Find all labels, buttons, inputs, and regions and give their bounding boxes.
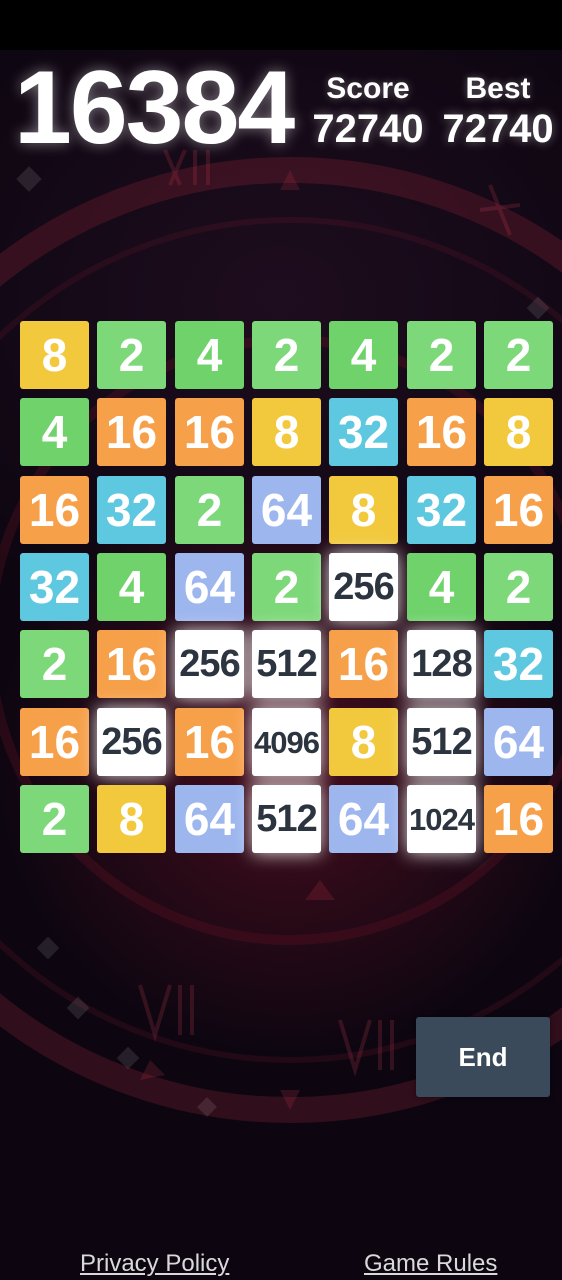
board-tile: 512 [407, 708, 476, 776]
board-tile: 16 [97, 630, 166, 698]
board-tile: 64 [252, 476, 321, 544]
score-label: Score [326, 72, 410, 105]
game-screen: 16384 Score 72740 Best 72740 8 2 4 2 4 2 2 4 16 1… [0, 0, 562, 1280]
board-tile: 16 [407, 398, 476, 466]
board-tile: 64 [329, 785, 398, 853]
board-tile: 8 [484, 398, 553, 466]
board-tile: 256 [97, 708, 166, 776]
board-tile: 2 [484, 321, 553, 389]
board-tile: 4 [97, 553, 166, 621]
board-tile: 4 [407, 553, 476, 621]
board-tile: 512 [252, 630, 321, 698]
board-tile: 4 [329, 321, 398, 389]
board-tile: 16 [97, 398, 166, 466]
target-tile-value: 16384 [14, 50, 295, 166]
board-tile: 32 [407, 476, 476, 544]
board-tile: 32 [20, 553, 89, 621]
board-tile: 16 [20, 708, 89, 776]
status-bar [0, 0, 562, 50]
board-tile: 16 [20, 476, 89, 544]
score-value: 72740 [312, 107, 424, 151]
best-value: 72740 [442, 107, 554, 151]
board-tile: 4 [175, 321, 244, 389]
board-tile: 2 [484, 553, 553, 621]
board-tile: 2 [175, 476, 244, 544]
board-tile: 8 [252, 398, 321, 466]
best-label: Best [465, 72, 531, 105]
score-box: Score 72740 [308, 72, 428, 152]
board-tile: 8 [329, 476, 398, 544]
board-tile: 4 [20, 398, 89, 466]
board-tile: 8 [20, 321, 89, 389]
board-tile: 32 [97, 476, 166, 544]
board-tile: 2 [20, 630, 89, 698]
board-tile: 16 [175, 398, 244, 466]
board-tile: 16 [484, 476, 553, 544]
board-tile: 8 [97, 785, 166, 853]
board-tile: 128 [407, 630, 476, 698]
board-tile: 64 [175, 553, 244, 621]
board-tile: 64 [175, 785, 244, 853]
board-tile: 16 [329, 630, 398, 698]
board-tile: 512 [252, 785, 321, 853]
board-tile: 64 [484, 708, 553, 776]
board-tile: 32 [329, 398, 398, 466]
board-tile: 2 [20, 785, 89, 853]
board-tile: 16 [484, 785, 553, 853]
best-box: Best 72740 [440, 72, 556, 152]
game-board[interactable]: 8 2 4 2 4 2 2 4 16 16 8 32 16 8 16 32 2 64 8 32 16 32 4 64 2 256 4… [20, 321, 553, 853]
board-tile: 16 [175, 708, 244, 776]
privacy-policy-link[interactable]: Privacy Policy [80, 1250, 229, 1278]
board-tile: 2 [252, 553, 321, 621]
board-tile: 2 [252, 321, 321, 389]
board-tile: 256 [175, 630, 244, 698]
board-tile: 2 [407, 321, 476, 389]
board-tile: 4096 [252, 708, 321, 776]
game-rules-link[interactable]: Game Rules [364, 1250, 497, 1278]
board-tile: 32 [484, 630, 553, 698]
board-tile: 256 [329, 553, 398, 621]
board-tile: 1024 [407, 785, 476, 853]
board-tile: 8 [329, 708, 398, 776]
board-tile: 2 [97, 321, 166, 389]
end-button[interactable]: End [416, 1017, 550, 1097]
